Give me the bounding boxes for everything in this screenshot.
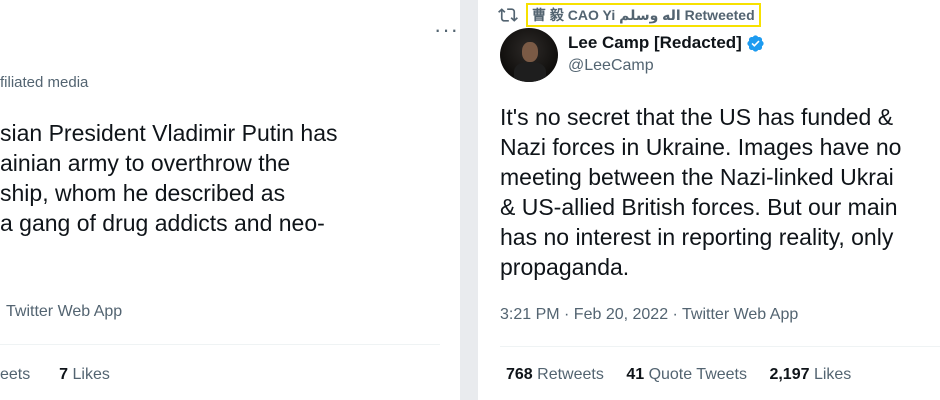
retweets-stat[interactable]: 768 Retweets [506, 366, 608, 383]
verified-badge-icon [747, 34, 764, 52]
quotes-label: Quote Tweets [648, 366, 747, 383]
retweets-count: 768 [506, 366, 533, 383]
avatar[interactable] [500, 28, 558, 82]
right-tweet-panel: 曹 毅 CAO Yi اله وسلم Retweeted Lee Camp [… [478, 0, 940, 400]
tweet-text-line: It's no secret that the US has funded & [500, 104, 894, 130]
author-name-row[interactable]: Lee Camp [Redacted] [568, 33, 765, 53]
tweet-text-line: sian President Vladimir Putin has [0, 120, 338, 146]
retweet-context: 曹 毅 CAO Yi اله وسلم Retweeted [498, 3, 761, 27]
tweet-stats: 768 Retweets 41 Quote Tweets 2,197 Likes [506, 366, 869, 384]
tweet-source-link[interactable]: Twitter Web App [6, 303, 122, 321]
tweet-text-line: meeting between the Nazi-linked Ukrai [500, 164, 894, 190]
author-handle[interactable]: @LeeCamp [568, 57, 654, 75]
retweeted-by-label[interactable]: 曹 毅 CAO Yi اله وسلم Retweeted [526, 3, 761, 27]
tweet-timestamp[interactable]: 3:21 PM · Feb 20, 2022 · Twitter Web App [500, 306, 798, 324]
divider [0, 344, 440, 345]
tweet-text: sian President Vladimir Putin has ainian… [0, 118, 455, 238]
tweet-text-line: propaganda. [500, 254, 630, 280]
retweet-icon [498, 8, 518, 22]
quote-tweets-stat[interactable]: 41 Quote Tweets [626, 366, 751, 383]
likes-stat[interactable]: 2,197 Likes [769, 366, 851, 383]
quotes-count: 41 [626, 366, 645, 383]
tweet-stats: eets 7 Likes [0, 366, 110, 384]
tweet-text-line: ainian army to overthrow the [0, 150, 291, 176]
author-name[interactable]: Lee Camp [Redacted] [568, 33, 742, 53]
tweet-text: It's no secret that the US has funded & … [500, 102, 940, 282]
avatar-face [522, 42, 538, 62]
avatar-body [514, 62, 546, 82]
affiliation-label: filiated media [0, 74, 89, 91]
more-options-icon[interactable]: ··· [434, 19, 459, 41]
retweets-label[interactable]: eets [0, 366, 30, 383]
divider [500, 346, 940, 347]
likes-count: 2,197 [769, 366, 810, 383]
retweets-label: Retweets [537, 366, 604, 383]
tweet-text-line: has no interest in reporting reality, on… [500, 224, 894, 250]
likes-count[interactable]: 7 [59, 366, 68, 383]
likes-label[interactable]: Likes [73, 366, 110, 383]
tweet-text-line: ship, whom he described as [0, 180, 286, 206]
likes-label: Likes [813, 366, 852, 383]
panel-separator [460, 0, 478, 400]
tweet-text-line: & US-allied British forces. But our main [500, 194, 898, 220]
tweet-text-line: a gang of drug addicts and neo- [0, 210, 325, 236]
left-tweet-panel: ··· filiated media sian President Vladim… [0, 0, 460, 400]
tweet-text-line: Nazi forces in Ukraine. Images have no [500, 134, 902, 160]
